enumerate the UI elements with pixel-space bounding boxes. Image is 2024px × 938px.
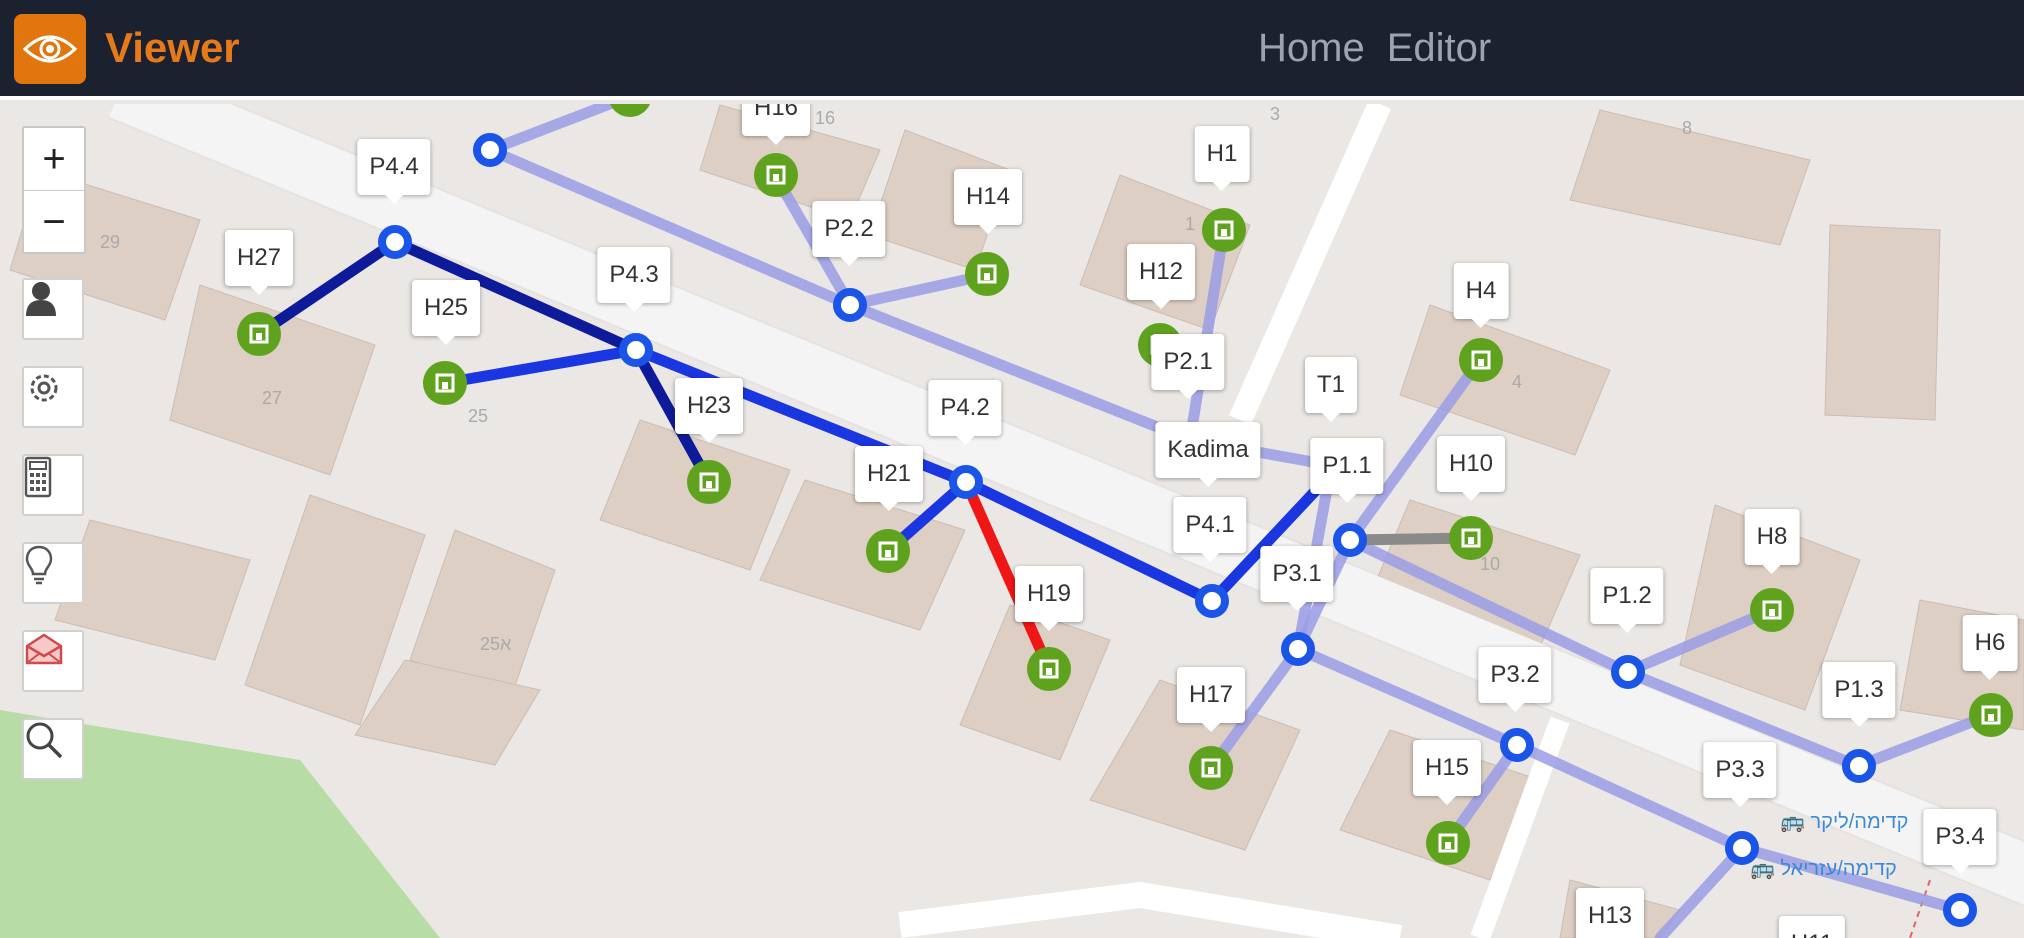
junction-node (833, 288, 867, 322)
junction-node (378, 225, 412, 259)
node-label-p31[interactable]: P3.1 (1260, 546, 1334, 611)
house-number: 4 (1512, 372, 1523, 392)
node-label-h23[interactable]: H23 (674, 378, 744, 443)
bus-stop-name: קדימה/עזריאל (1780, 858, 1897, 880)
zoom-out-button[interactable]: − (24, 191, 84, 253)
house-number: 8 (1682, 118, 1693, 138)
junction-node (1281, 632, 1315, 666)
bus-stop-label[interactable]: 🚌 קדימה/עזריאל (1750, 856, 1897, 881)
nav-home-link[interactable]: Home (1258, 26, 1365, 71)
zoom-in-button[interactable]: + (24, 128, 84, 191)
search-icon[interactable] (22, 718, 84, 780)
building (1824, 224, 1941, 421)
node-label-p33[interactable]: P3.3 (1703, 742, 1777, 807)
node-label-h17[interactable]: H17 (1176, 667, 1246, 732)
nav-editor-link[interactable]: Editor (1387, 26, 1492, 71)
node-label-p13[interactable]: P1.3 (1822, 662, 1896, 727)
node-label-p32[interactable]: P3.2 (1478, 647, 1552, 712)
junction-node (1611, 655, 1645, 689)
node-label-h14[interactable]: H14 (953, 169, 1023, 234)
junction-node (1943, 893, 1977, 927)
cable-faded (484, 104, 624, 156)
map-canvas[interactable]: 29 27 25 25א 16 3 8 1 4 10 🚌 קדימה/ליקר … (0, 104, 2024, 938)
building (759, 479, 966, 631)
calculator-icon[interactable] (22, 454, 84, 516)
house-number: 10 (1480, 554, 1501, 574)
lightbulb-icon[interactable] (22, 542, 84, 604)
node-label-t1[interactable]: T1 (1304, 357, 1358, 422)
junction-node (1500, 728, 1534, 762)
node-label-p11[interactable]: P1.1 (1310, 438, 1384, 503)
map-layer (0, 104, 2024, 938)
house-number: 27 (262, 388, 283, 408)
node-label-h6[interactable]: H6 (1962, 615, 2018, 680)
house-number: 16 (815, 108, 836, 128)
eye-icon[interactable] (14, 14, 86, 84)
app-title: Viewer (105, 24, 240, 71)
node-label-h13[interactable]: H13 (1575, 888, 1645, 938)
node-label-h21[interactable]: H21 (854, 446, 924, 511)
node-label-h1[interactable]: H1 (1194, 126, 1250, 191)
house-number: 25א (480, 634, 512, 654)
gear-icon[interactable] (22, 366, 84, 428)
node-label-p21[interactable]: P2.1 (1151, 334, 1225, 399)
node-label-p42[interactable]: P4.2 (928, 380, 1002, 445)
main-nav: Home Editor (1258, 26, 1491, 71)
node-label-h4[interactable]: H4 (1453, 263, 1509, 328)
junction-node (949, 465, 983, 499)
junction-node (473, 133, 507, 167)
cable-faded (1852, 709, 1996, 772)
house-number: 1 (1185, 214, 1196, 234)
house-number: 3 (1270, 104, 1281, 124)
node-label-h19[interactable]: H19 (1014, 566, 1084, 631)
junction-node (1333, 523, 1367, 557)
zoom-control: + − (22, 126, 86, 254)
node-label-kadima[interactable]: Kadima (1155, 422, 1261, 487)
cable-active (439, 344, 642, 389)
junction-node (619, 333, 653, 367)
road-bottom (898, 881, 1403, 938)
mail-icon[interactable] (22, 630, 84, 692)
house-number: 25 (468, 406, 489, 426)
building (54, 519, 251, 661)
node-label-h16[interactable]: H16 (741, 104, 811, 145)
junction-node (1842, 749, 1876, 783)
bus-stop-name: קדימה/ליקר (1810, 811, 1909, 833)
node-label-h15[interactable]: H15 (1412, 740, 1482, 805)
node-label-p34[interactable]: P3.4 (1923, 809, 1997, 874)
house-number: 29 (100, 232, 121, 252)
node-label-p41[interactable]: P4.1 (1173, 497, 1247, 562)
bus-stop-label[interactable]: 🚌 קדימה/ליקר (1780, 809, 1908, 834)
node-label-h8[interactable]: H8 (1744, 509, 1800, 574)
building (169, 284, 376, 476)
user-icon[interactable] (22, 278, 84, 340)
node-label-h10[interactable]: H10 (1436, 436, 1506, 501)
node-label-h11[interactable]: H11 (1778, 916, 1846, 938)
top-navbar: Viewer Home Editor (0, 0, 2024, 100)
node-label-h25[interactable]: H25 (411, 280, 481, 345)
node-label-p12[interactable]: P1.2 (1590, 568, 1664, 633)
node-label-h27[interactable]: H27 (224, 230, 294, 295)
junction-node (1195, 584, 1229, 618)
node-label-h12[interactable]: H12 (1126, 244, 1196, 309)
cable-faded (1654, 842, 1748, 938)
node-label-p44[interactable]: P4.4 (357, 139, 431, 204)
node-label-p43[interactable]: P4.3 (597, 247, 671, 312)
node-label-p22[interactable]: P2.2 (812, 201, 886, 266)
